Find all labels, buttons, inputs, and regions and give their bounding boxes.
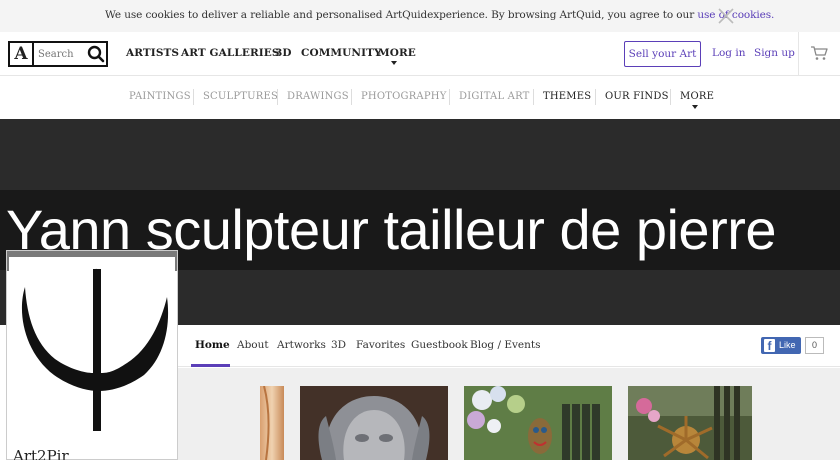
- tab-favorites[interactable]: Favorites: [356, 339, 405, 351]
- category-sculptures[interactable]: SCULPTURES: [203, 91, 278, 102]
- nav-community[interactable]: COMMUNITY: [301, 47, 382, 59]
- cookie-message: We use cookies to deliver a reliable and…: [105, 9, 774, 21]
- cookie-banner: We use cookies to deliver a reliable and…: [0, 0, 840, 32]
- category-more[interactable]: MORE: [680, 91, 714, 102]
- signup-link[interactable]: Sign up: [754, 47, 795, 59]
- tab-3d[interactable]: 3D: [331, 339, 346, 351]
- cookie-text: We use cookies to deliver a reliable and…: [105, 9, 698, 21]
- chevron-down-icon: [391, 61, 397, 65]
- category-photography[interactable]: PHOTOGRAPHY: [361, 91, 447, 102]
- facebook-icon: f: [764, 339, 775, 353]
- close-icon[interactable]: [717, 7, 735, 25]
- chevron-down-icon: [692, 105, 698, 109]
- sell-your-art-button[interactable]: Sell your Art: [624, 41, 701, 67]
- divider: [277, 89, 278, 105]
- cookie-policy-link[interactable]: use of cookies.: [697, 9, 774, 21]
- divider: [351, 89, 352, 105]
- artwork-thumbnail[interactable]: [300, 386, 448, 460]
- search-icon[interactable]: [86, 44, 106, 64]
- tab-guestbook[interactable]: Guestbook: [411, 339, 468, 351]
- divider: [449, 89, 450, 105]
- artwork-thumbnail[interactable]: [628, 386, 752, 460]
- divider: [533, 89, 534, 105]
- tab-home[interactable]: Home: [195, 339, 230, 351]
- divider: [670, 89, 671, 105]
- category-paintings[interactable]: PAINTINGS: [129, 91, 191, 102]
- tab-blog-events[interactable]: Blog / Events: [470, 339, 541, 351]
- nav-3d[interactable]: 3D: [275, 47, 292, 59]
- category-digital-art[interactable]: DIGITAL ART: [459, 91, 530, 102]
- divider: [595, 89, 596, 105]
- header-divider: [798, 32, 799, 76]
- active-tab-indicator: [191, 364, 230, 367]
- nav-more[interactable]: MORE: [378, 47, 416, 59]
- login-link[interactable]: Log in: [712, 47, 745, 59]
- profile-name[interactable]: Art2Pir: [13, 447, 69, 460]
- profile-card: Art2Pir: [6, 250, 178, 460]
- gallery-tab-bar: Home About Artworks 3D Favorites Guestbo…: [178, 325, 840, 367]
- divider: [193, 89, 194, 105]
- nav-artists[interactable]: ARTISTS: [126, 47, 179, 59]
- category-our-finds[interactable]: OUR FINDS: [605, 91, 669, 102]
- profile-logo[interactable]: [9, 257, 175, 442]
- like-count: 0: [805, 337, 824, 354]
- facebook-like-button[interactable]: f Like: [761, 337, 801, 354]
- artwork-thumbnail[interactable]: [464, 386, 612, 460]
- category-drawings[interactable]: DRAWINGS: [287, 91, 349, 102]
- search-input[interactable]: [38, 45, 86, 63]
- like-label: Like: [779, 340, 796, 350]
- nav-art-galleries[interactable]: ART GALLERIES: [181, 47, 280, 59]
- logo[interactable]: A: [10, 43, 34, 65]
- tab-artworks[interactable]: Artworks: [277, 339, 326, 351]
- cart-icon[interactable]: [810, 45, 828, 61]
- category-bar: PAINTINGS SCULPTURES DRAWINGS PHOTOGRAPH…: [0, 77, 840, 119]
- tab-about[interactable]: About: [237, 339, 269, 351]
- logo-search-box: A: [8, 41, 108, 67]
- artwork-thumbnail[interactable]: [260, 386, 284, 460]
- category-themes[interactable]: THEMES: [543, 91, 591, 102]
- artworks-area: [178, 368, 840, 460]
- main-header: A ARTISTS ART GALLERIES 3D COMMUNITY MOR…: [0, 32, 840, 76]
